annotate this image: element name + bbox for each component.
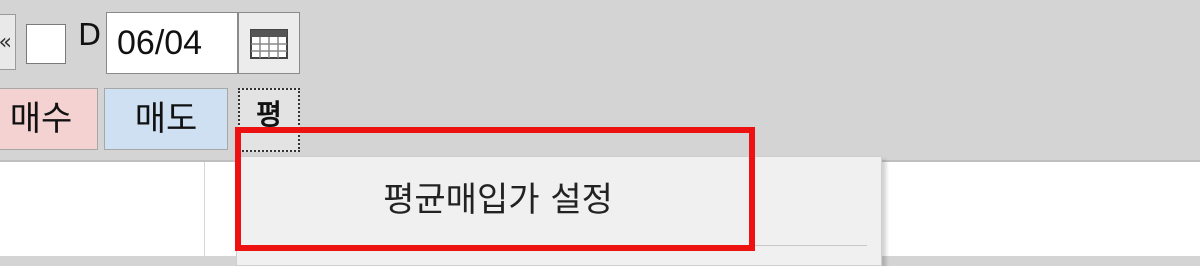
buy-button[interactable]: 매수 [0, 88, 98, 150]
d-checkbox-label: D [78, 18, 102, 53]
sell-button[interactable]: 매도 [104, 88, 228, 150]
highlight-annotation [235, 127, 755, 251]
d-checkbox[interactable] [26, 24, 66, 64]
date-input[interactable]: 06/04 [106, 12, 238, 74]
calendar-icon [250, 29, 288, 59]
prev-button[interactable]: « [0, 14, 16, 70]
prev-arrow-icon: « [0, 30, 12, 55]
grid-divider [204, 162, 205, 256]
calendar-button[interactable] [238, 12, 300, 74]
